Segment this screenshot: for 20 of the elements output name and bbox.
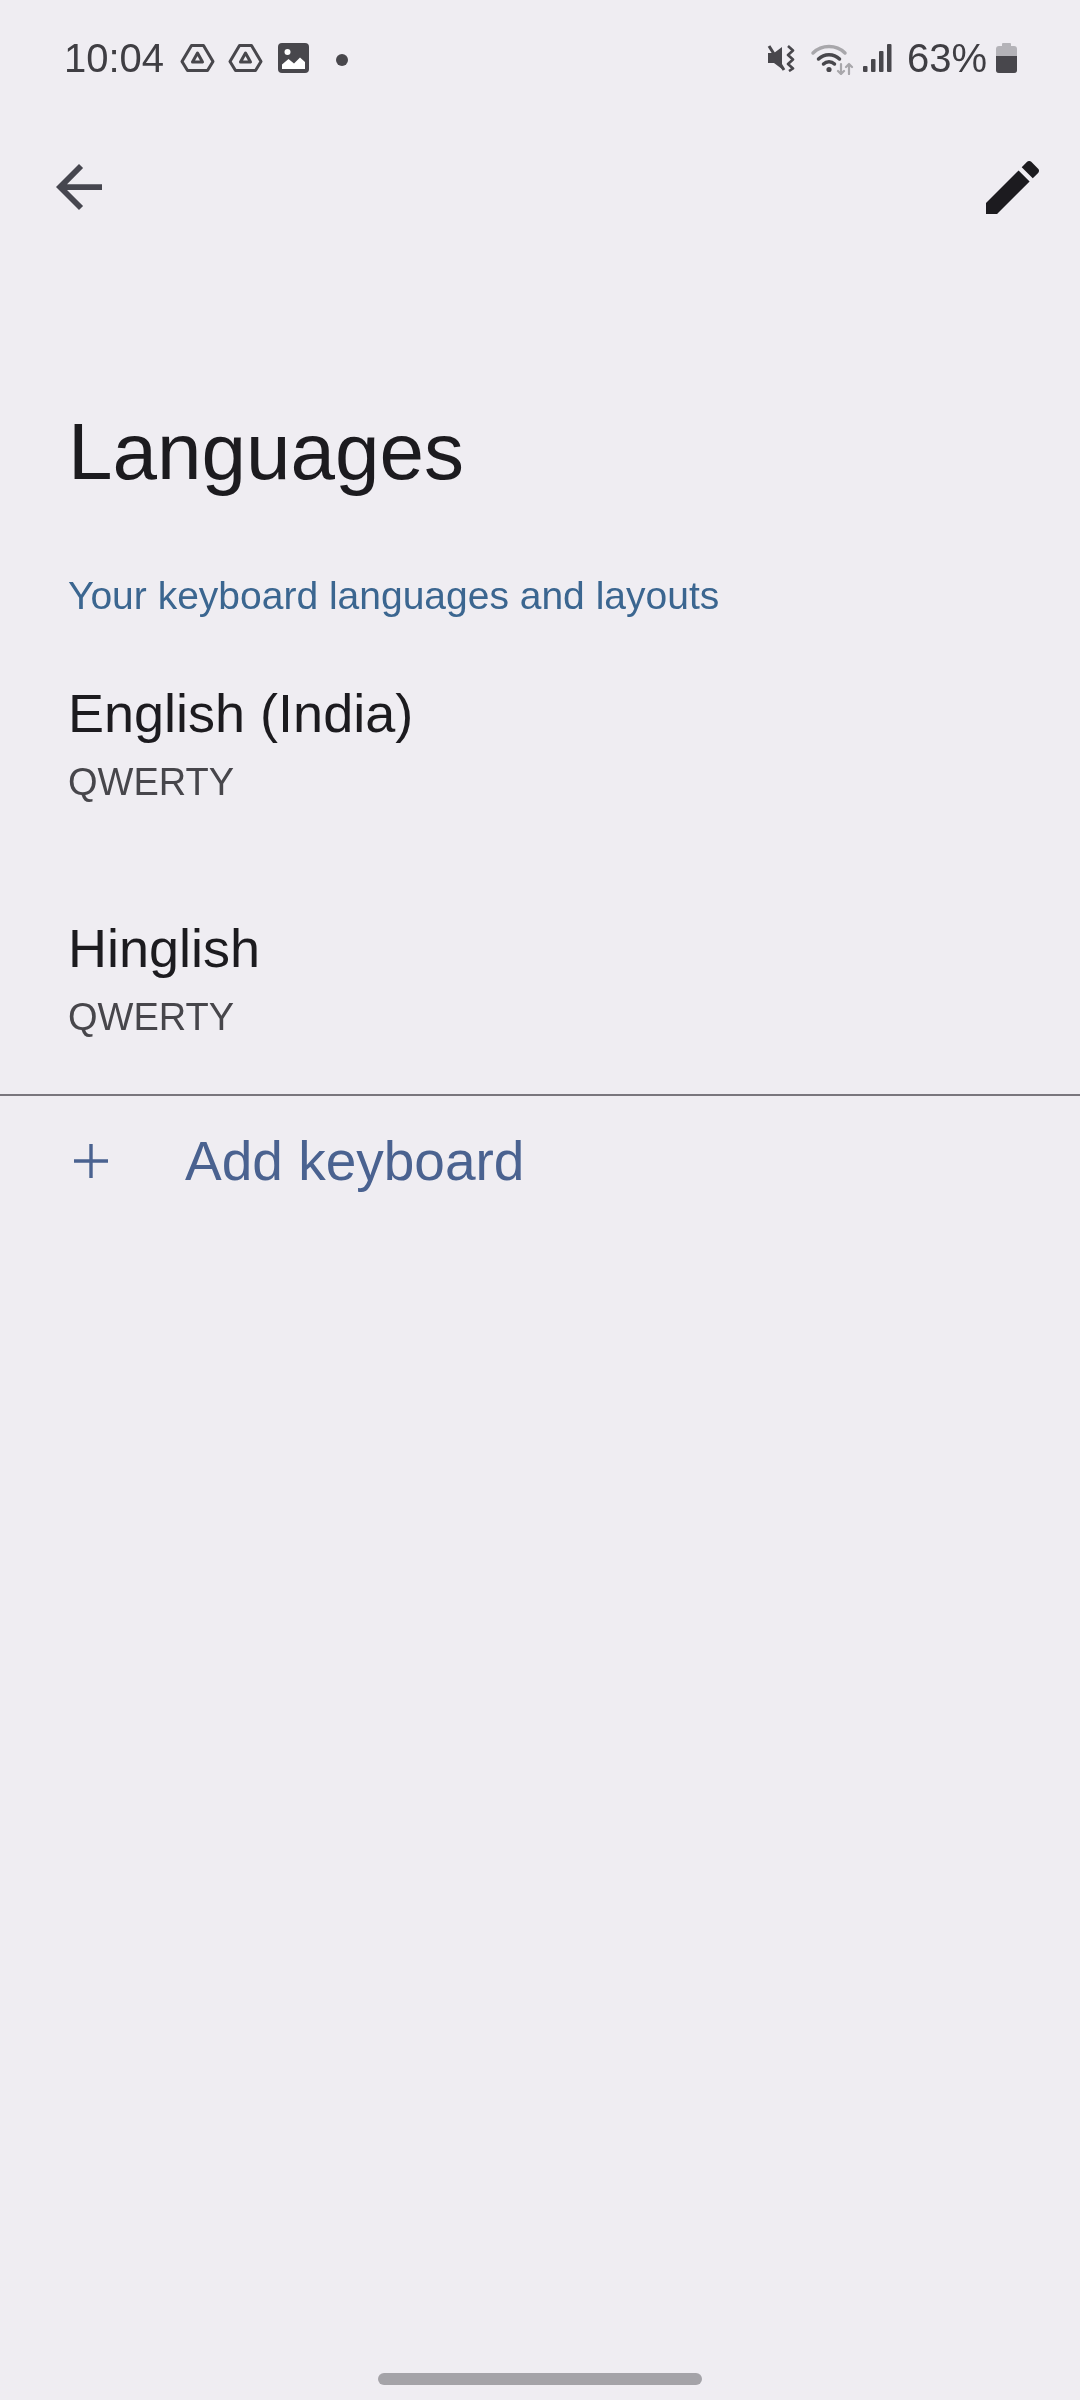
battery-percent: 63% [906,35,987,82]
status-time: 10:04 [64,35,165,82]
keyboard-layout: QWERTY [68,760,236,805]
signal-icon [862,44,892,72]
muted-speaker-icon [765,44,796,72]
battery-icon [996,43,1017,73]
triangle-icon [228,43,264,73]
pencil-icon [985,160,1039,214]
navigation-handle[interactable] [378,2373,702,2385]
triangle-icon [180,43,216,73]
plus-icon [74,1144,108,1178]
add-keyboard-button[interactable]: Add keyboard [0,1096,1080,1226]
keyboard-name[interactable]: Hinglish [68,915,1012,981]
dot-icon [336,54,349,66]
image-icon [278,43,310,73]
keyboard-layout: QWERTY [68,995,236,1040]
keyboard-name[interactable]: English (India) [68,680,1012,746]
section-header: Your keyboard languages and layouts [67,573,721,619]
page-title: Languages [67,406,465,498]
back-icon [56,164,102,210]
